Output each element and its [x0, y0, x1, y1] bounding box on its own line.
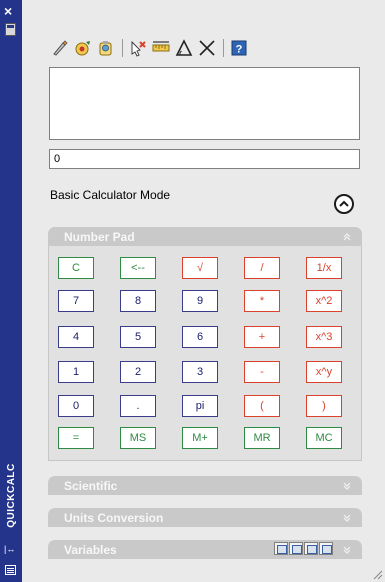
history-area[interactable]: [49, 67, 360, 140]
toolbar-separator: [223, 39, 224, 57]
variables-title: Variables: [64, 542, 117, 557]
key-7[interactable]: 7: [58, 290, 94, 312]
key-memory-add[interactable]: M+: [182, 427, 218, 449]
svg-text:?: ?: [236, 44, 243, 56]
mode-toggle-button[interactable]: [334, 194, 354, 214]
calculator-icon: [5, 23, 16, 36]
key-4[interactable]: 4: [58, 326, 94, 348]
key-memory-recall[interactable]: MR: [244, 427, 280, 449]
key-8[interactable]: 8: [120, 290, 156, 312]
key-0[interactable]: 0: [58, 395, 94, 417]
key-subtract[interactable]: -: [244, 361, 280, 383]
number-pad-title: Number Pad: [64, 229, 135, 244]
palette-title: QUICKCALC: [2, 455, 20, 535]
key-cube[interactable]: x^3: [306, 326, 342, 348]
edit-variable-icon[interactable]: [289, 542, 303, 555]
key-1[interactable]: 1: [58, 361, 94, 383]
palette-title-strip: × QUICKCALC |↔: [0, 0, 22, 582]
key-9[interactable]: 9: [182, 290, 218, 312]
key-clear[interactable]: C: [58, 257, 94, 279]
key-3[interactable]: 3: [182, 361, 218, 383]
scientific-header[interactable]: Scientific: [48, 476, 362, 495]
resize-grip-icon[interactable]: [371, 568, 383, 580]
properties-menu-button[interactable]: [5, 565, 16, 575]
key-5[interactable]: 5: [120, 326, 156, 348]
auto-hide-button[interactable]: |↔: [4, 544, 15, 554]
key-power[interactable]: x^y: [306, 361, 342, 383]
key-sqrt[interactable]: √: [182, 257, 218, 279]
key-add[interactable]: +: [244, 326, 280, 348]
key-memory-store[interactable]: MS: [120, 427, 156, 449]
key-pi[interactable]: pi: [182, 395, 218, 417]
close-button[interactable]: ×: [4, 4, 12, 18]
help-icon[interactable]: ?: [229, 38, 249, 58]
clear-icon[interactable]: [50, 38, 70, 58]
key-2[interactable]: 2: [120, 361, 156, 383]
quickcalc-panel: ? 0 Basic Calculator Mode Number Pad C <…: [22, 0, 385, 582]
expand-chevron-icon: [342, 544, 352, 554]
delete-variable-icon[interactable]: [304, 542, 318, 555]
variables-toolbar: [274, 542, 333, 555]
scientific-title: Scientific: [64, 478, 118, 493]
key-decimal[interactable]: .: [120, 395, 156, 417]
paste-to-command-line-icon[interactable]: [96, 38, 116, 58]
number-pad-header[interactable]: Number Pad: [48, 227, 362, 246]
key-6[interactable]: 6: [182, 326, 218, 348]
distance-between-two-points-icon[interactable]: [151, 38, 171, 58]
get-coordinates-icon[interactable]: [128, 38, 148, 58]
units-conversion-header[interactable]: Units Conversion: [48, 508, 362, 527]
chevron-up-icon: [339, 200, 349, 207]
units-conversion-title: Units Conversion: [64, 510, 164, 525]
calculator-variable-icon[interactable]: [319, 542, 333, 555]
expand-chevron-icon: [342, 512, 352, 522]
clear-history-icon[interactable]: [73, 38, 93, 58]
expression-input[interactable]: 0: [49, 149, 360, 169]
key-backspace[interactable]: <--: [120, 257, 156, 279]
mode-label: Basic Calculator Mode: [50, 188, 171, 202]
intersection-of-four-points-icon[interactable]: [197, 38, 217, 58]
key-divide[interactable]: /: [244, 257, 280, 279]
key-square[interactable]: x^2: [306, 290, 342, 312]
palette-title-text: QUICKCALC: [5, 462, 17, 528]
collapse-chevron-icon: [342, 231, 352, 241]
key-multiply[interactable]: *: [244, 290, 280, 312]
key-reciprocal[interactable]: 1/x: [306, 257, 342, 279]
toolbar-separator: [122, 39, 123, 57]
angle-of-line-icon[interactable]: [174, 38, 194, 58]
new-variable-icon[interactable]: [274, 542, 288, 555]
toolbar: ?: [50, 37, 252, 59]
key-memory-clear[interactable]: MC: [306, 427, 342, 449]
key-equals[interactable]: =: [58, 427, 94, 449]
key-open-paren[interactable]: (: [244, 395, 280, 417]
key-close-paren[interactable]: ): [306, 395, 342, 417]
expand-chevron-icon: [342, 480, 352, 490]
